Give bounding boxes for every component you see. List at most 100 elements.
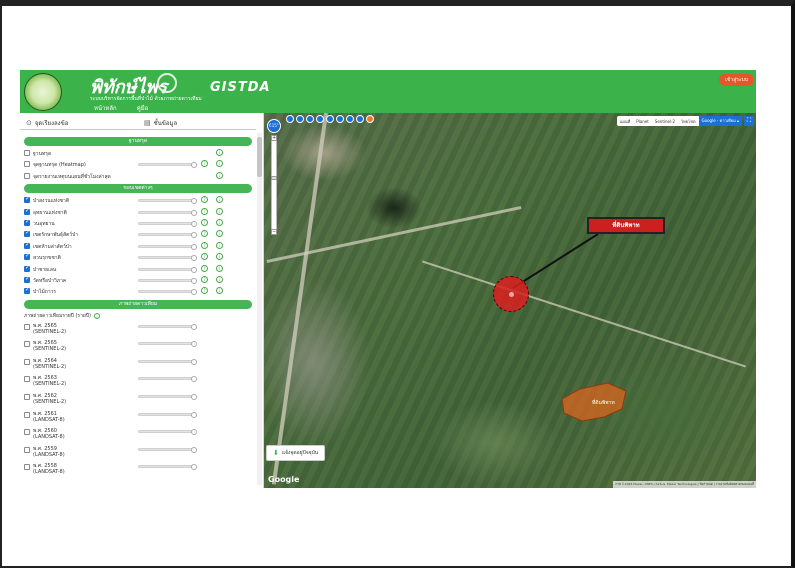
layer-row: วนอุทยาน? i <box>20 218 256 229</box>
opacity-slider[interactable] <box>138 198 197 205</box>
help-icon[interactable]: ? <box>201 275 208 283</box>
info-icon[interactable]: i <box>216 230 223 238</box>
help-icon[interactable]: ? <box>201 287 208 295</box>
info-icon[interactable]: i <box>216 160 223 168</box>
layer-row: อุทยานแห่งชาติ? i <box>20 207 256 218</box>
opacity-slider[interactable] <box>138 162 197 169</box>
help-icon[interactable]: ? <box>201 264 208 272</box>
layer-row: วัดหรือป่าวิภาค? i <box>20 275 256 286</box>
layer-checkbox[interactable] <box>24 264 30 272</box>
info-icon[interactable]: i <box>216 218 223 226</box>
forest-department-seal-icon <box>24 73 62 111</box>
location-pin-icon: ⬇ <box>273 449 279 457</box>
help-icon[interactable]: ? <box>201 196 208 204</box>
info-icon[interactable]: i <box>216 264 223 272</box>
top-header: พิทักษ์ไพร ระบบบริหารจัดการพื้นที่ป่าไม้… <box>20 70 756 115</box>
imagery-label: พ.ศ. 2560 (LANDSAT-8) <box>33 428 65 440</box>
imagery-checkbox[interactable] <box>24 376 30 383</box>
opacity-slider[interactable] <box>138 429 197 436</box>
report-location-label: แจ้งจุดอยู่ปัจจุบัน <box>281 450 319 456</box>
opacity-slider[interactable] <box>138 232 197 239</box>
info-icon[interactable]: i <box>216 253 223 261</box>
layer-row: เขตรักษาพันธุ์สัตว์ป่า? i <box>20 229 256 240</box>
layer-checkbox[interactable] <box>24 207 30 215</box>
imagery-checkbox[interactable] <box>24 411 30 418</box>
disputed-land-marker[interactable] <box>493 276 529 312</box>
imagery-checkbox[interactable] <box>24 358 30 365</box>
satellite-map[interactable]: €15° + − แผนที่ Planet Sentinel-2 ไทยโชต… <box>264 113 756 488</box>
help-icon[interactable]: ? <box>201 207 208 215</box>
layer-checkbox[interactable] <box>24 150 30 156</box>
sidebar-tab-layers[interactable]: ▤ ชั้นข้อมูล <box>138 116 256 130</box>
info-icon[interactable]: i <box>216 207 223 215</box>
layer-label: เขตรักษาพันธุ์สัตว์ป่า <box>33 232 79 239</box>
opacity-slider[interactable] <box>138 255 197 262</box>
layer-checkbox[interactable] <box>24 195 30 204</box>
info-icon[interactable]: i <box>216 275 223 283</box>
gistda-logo: GISTDA <box>210 80 271 95</box>
layer-checkbox[interactable] <box>24 161 30 168</box>
info-icon[interactable]: i <box>216 171 223 179</box>
imagery-sensor: (LANDSAT-8) <box>33 451 65 458</box>
sidebar-tab-label: ชั้นข้อมูล <box>153 119 178 127</box>
imagery-label: พ.ศ. 2565 (SENTINEL-2) <box>33 340 66 352</box>
imagery-year-row: พ.ศ. 2559 (LANDSAT-8) <box>20 445 256 463</box>
layer-checkbox[interactable] <box>24 172 30 179</box>
layer-checkbox[interactable] <box>24 275 30 283</box>
info-icon[interactable]: i <box>216 241 223 249</box>
opacity-slider[interactable] <box>138 266 197 273</box>
layer-checkbox[interactable] <box>24 229 30 238</box>
sidebar-scrollbar[interactable] <box>257 133 262 485</box>
layer-row: ป่าสงวนแห่งชาติ? i <box>20 195 256 206</box>
opacity-slider[interactable] <box>138 220 197 227</box>
opacity-slider[interactable] <box>138 411 197 418</box>
layer-checkbox[interactable] <box>24 218 30 226</box>
imagery-sensor: (SENTINEL-2) <box>33 399 67 406</box>
imagery-checkbox[interactable] <box>24 341 30 348</box>
opacity-slider[interactable] <box>138 277 197 284</box>
info-icon[interactable]: i <box>216 287 223 295</box>
imagery-checkbox[interactable] <box>24 464 30 471</box>
opacity-slider[interactable] <box>138 394 197 401</box>
layer-row: สวนรุกขชาติ? i <box>20 252 256 263</box>
imagery-sensor: (SENTINEL-2) <box>33 346 67 353</box>
help-icon[interactable]: ? <box>201 253 208 261</box>
section-header[interactable]: ขอบเขตต่างๆ <box>24 184 252 194</box>
layer-checkbox[interactable] <box>24 241 30 249</box>
help-icon[interactable]: ? <box>201 160 208 168</box>
info-icon[interactable]: i <box>93 312 100 319</box>
info-icon[interactable]: i <box>216 196 223 204</box>
report-location-button[interactable]: ⬇ แจ้งจุดอยู่ปัจจุบัน <box>266 445 326 461</box>
help-icon[interactable]: ? <box>201 218 208 226</box>
opacity-slider[interactable] <box>138 358 197 365</box>
opacity-slider[interactable] <box>138 446 197 453</box>
opacity-slider[interactable] <box>138 323 197 330</box>
sidebar-tab-locations[interactable]: ⊙ จุดเรียงลงข้อ <box>20 116 138 130</box>
imagery-checkbox[interactable] <box>24 323 30 330</box>
layer-label: วนอุทยาน <box>33 220 55 227</box>
info-icon[interactable]: i <box>216 149 223 156</box>
imagery-label: พ.ศ. 2564 (SENTINEL-2) <box>33 358 66 370</box>
imagery-checkbox[interactable] <box>24 429 30 436</box>
help-icon[interactable]: ? <box>201 241 208 249</box>
imagery-label: พ.ศ. 2558 (LANDSAT-8) <box>33 463 65 475</box>
login-button[interactable]: เข้าสู่ระบบ <box>719 74 754 86</box>
opacity-slider[interactable] <box>138 289 197 296</box>
section-header[interactable]: ฐานทรุด <box>24 137 252 146</box>
opacity-slider[interactable] <box>138 464 197 471</box>
opacity-slider[interactable] <box>138 376 197 383</box>
layer-label: ป่าสงวนแห่งชาติ <box>33 198 70 205</box>
imagery-checkbox[interactable] <box>24 394 30 401</box>
section-header[interactable]: ภาพถ่ายดาวเทียม <box>24 299 252 309</box>
layer-checkbox[interactable] <box>24 252 30 261</box>
sidebar-tab-label: จุดเรียงลงข้อ <box>34 119 69 127</box>
imagery-checkbox[interactable] <box>24 446 30 453</box>
map-attribution[interactable]: ภาพ ©2023 Maxar, CNES / Airbus, Maxar Te… <box>613 481 756 488</box>
help-icon[interactable]: ? <box>201 230 208 238</box>
scrollbar-thumb[interactable] <box>257 137 262 177</box>
layer-checkbox[interactable] <box>24 286 30 295</box>
opacity-slider[interactable] <box>138 341 197 348</box>
opacity-slider[interactable] <box>138 209 197 216</box>
opacity-slider[interactable] <box>138 243 197 250</box>
imagery-sensor: (SENTINEL-2) <box>33 381 67 388</box>
